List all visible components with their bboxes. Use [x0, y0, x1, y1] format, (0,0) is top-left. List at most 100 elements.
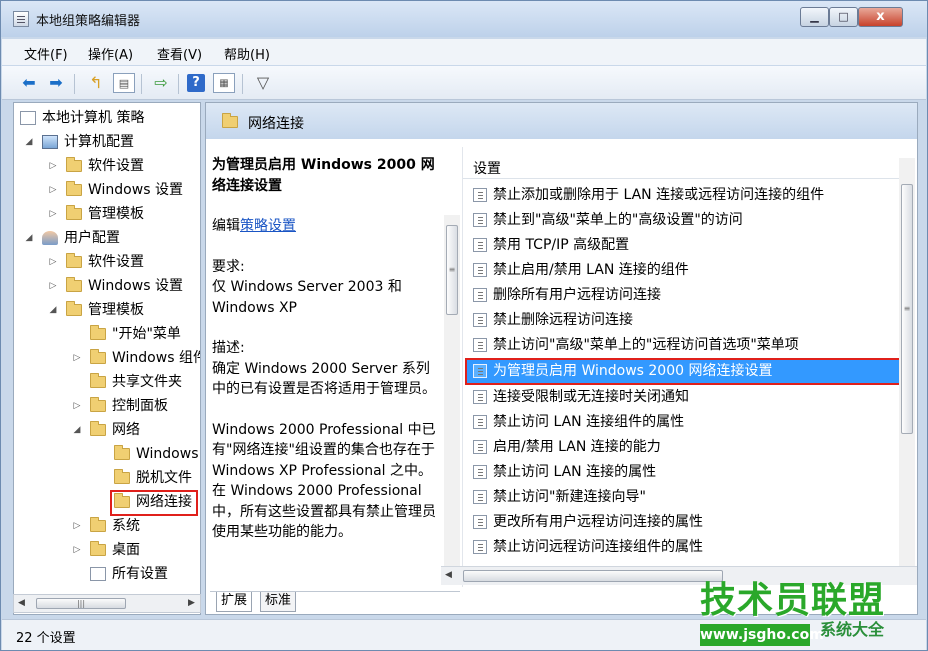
title-bar[interactable]: 本地组策略编辑器 ▁ □ x: [1, 1, 927, 37]
collapsed-arrow-icon[interactable]: ▷: [72, 395, 82, 417]
content-pane: 网络连接 为管理员启用 Windows 2000 网络连接设置 编辑策略设置 要…: [205, 102, 918, 615]
app-icon: [13, 11, 29, 27]
collapsed-arrow-icon[interactable]: ▷: [72, 515, 82, 537]
folder-icon: [90, 517, 106, 532]
folder-icon: [66, 253, 82, 268]
list-item[interactable]: 启用/禁用 LAN 连接的能力: [467, 435, 899, 459]
expanded-arrow-icon[interactable]: ◢: [24, 131, 34, 153]
watermark-url: www.jsgho.com: [700, 624, 824, 646]
requirements-block: 要求: 仅 Windows Server 2003 和 Windows XP: [212, 258, 402, 316]
toolbar-separator: [74, 74, 75, 94]
folder-icon: [114, 469, 130, 484]
close-button[interactable]: x: [858, 7, 903, 27]
computer-icon: [42, 135, 58, 149]
setting-icon: [473, 188, 487, 202]
list-item[interactable]: 禁止添加或删除用于 LAN 连接或远程访问连接的组件: [467, 183, 899, 207]
list-item[interactable]: 禁止访问 LAN 连接的属性: [467, 460, 899, 484]
expanded-arrow-icon[interactable]: ◢: [24, 227, 34, 249]
folder-icon: [90, 541, 106, 556]
setting-icon: [473, 263, 487, 277]
forward-arrow-icon[interactable]: ➡: [45, 73, 67, 93]
export-list-icon[interactable]: ⇨: [150, 73, 172, 93]
menu-help[interactable]: 帮助(H): [224, 44, 270, 63]
menu-action[interactable]: 操作(A): [88, 44, 133, 63]
folder-icon: [90, 421, 106, 436]
scroll-thumb[interactable]: |||: [36, 598, 126, 609]
scroll-right-arrow-icon[interactable]: ▶: [188, 595, 195, 612]
tree-pane[interactable]: 本地计算机 策略 ◢ 计算机配置 ▷ 软件设置 ▷ Windows 设置 ▷ 管…: [13, 102, 201, 615]
help-icon[interactable]: ?: [187, 74, 205, 92]
list-item[interactable]: 禁止启用/禁用 LAN 连接的组件: [467, 258, 899, 282]
settings-list: 设置 禁止添加或删除用于 LAN 连接或远程访问连接的组件 禁止到"高级"菜单上…: [462, 147, 917, 587]
policy-document-icon: [20, 111, 36, 125]
content-title: 网络连接: [248, 116, 304, 132]
collapsed-arrow-icon[interactable]: ▷: [48, 203, 58, 225]
description-panel: 为管理员启用 Windows 2000 网络连接设置 编辑策略设置 要求: 仅 W…: [212, 155, 442, 585]
list-item[interactable]: 禁止到"高级"菜单上的"高级设置"的访问: [467, 208, 899, 232]
toolbar-separator: [242, 74, 243, 94]
toolbar-separator: [141, 74, 142, 94]
tree-horizontal-scrollbar[interactable]: ◀ ||| ▶: [13, 594, 201, 613]
list-item[interactable]: 禁止删除远程访问连接: [467, 308, 899, 332]
setting-icon: [473, 288, 487, 302]
menu-view[interactable]: 查看(V): [157, 44, 202, 63]
list-item[interactable]: 禁止访问"新建连接向导": [467, 485, 899, 509]
show-hide-tree-icon[interactable]: ▤: [113, 73, 135, 93]
expanded-arrow-icon[interactable]: ◢: [48, 299, 58, 321]
folder-icon: [66, 157, 82, 172]
description-more: Windows 2000 Professional 中已有"网络连接"组设置的集…: [212, 421, 436, 541]
folder-icon: [90, 325, 106, 340]
list-vertical-scrollbar[interactable]: ≡: [899, 158, 915, 566]
setting-icon: [473, 490, 487, 504]
collapsed-arrow-icon[interactable]: ▷: [48, 275, 58, 297]
expanded-arrow-icon[interactable]: ◢: [72, 419, 82, 441]
list-item[interactable]: 禁止访问 LAN 连接组件的属性: [467, 410, 899, 434]
list-item[interactable]: 删除所有用户远程访问连接: [467, 283, 899, 307]
folder-icon: [90, 373, 106, 388]
setting-icon: [473, 313, 487, 327]
setting-icon: [473, 338, 487, 352]
toolbar: ⬅ ➡ ↰ ▤ ⇨ ? ▦ ▽: [2, 66, 926, 100]
description-block: 描述: 确定 Windows 2000 Server 系列中的已有设置是否将适用于…: [212, 340, 436, 397]
list-column-header[interactable]: 设置: [463, 155, 901, 179]
menu-file[interactable]: 文件(F): [24, 44, 68, 63]
scroll-left-arrow-icon[interactable]: ◀: [18, 595, 25, 612]
maximize-button[interactable]: □: [829, 7, 858, 27]
setting-icon: [473, 515, 487, 529]
collapsed-arrow-icon[interactable]: ▷: [72, 539, 82, 561]
scroll-left-arrow-icon[interactable]: ◀: [445, 567, 452, 584]
tree-highlight-box: [110, 490, 198, 516]
list-item[interactable]: 连接受限制或无连接时关闭通知: [467, 385, 899, 409]
list-item[interactable]: 禁止访问远程访问连接组件的属性: [467, 535, 899, 559]
tab-extended[interactable]: 扩展: [216, 592, 253, 612]
properties-icon[interactable]: ▦: [213, 73, 235, 93]
scroll-thumb[interactable]: [463, 570, 723, 582]
list-item[interactable]: 禁止访问"高级"菜单上的"远程访问首选项"菜单项: [467, 333, 899, 357]
all-settings-icon: [90, 567, 106, 581]
setting-icon: [473, 465, 487, 479]
content-header: 网络连接: [206, 103, 917, 139]
minimize-button[interactable]: ▁: [800, 7, 829, 27]
collapsed-arrow-icon[interactable]: ▷: [48, 155, 58, 177]
window-title: 本地组策略编辑器: [36, 14, 141, 29]
watermark-logo: 技术员联盟 www.jsgho.com 系统大全: [700, 580, 910, 648]
setting-icon: [473, 415, 487, 429]
scroll-thumb[interactable]: ≡: [446, 225, 458, 315]
edit-policy-line: 编辑策略设置: [212, 218, 296, 234]
list-item[interactable]: 禁用 TCP/IP 高级配置: [467, 233, 899, 257]
description-scrollbar[interactable]: ≡: [444, 215, 460, 585]
collapsed-arrow-icon[interactable]: ▷: [48, 251, 58, 273]
status-text: 22 个设置: [16, 631, 76, 646]
up-folder-icon[interactable]: ↰: [85, 73, 107, 93]
tab-standard[interactable]: 标准: [260, 592, 297, 612]
filter-icon[interactable]: ▽: [252, 73, 274, 93]
collapsed-arrow-icon[interactable]: ▷: [72, 347, 82, 369]
scroll-thumb[interactable]: ≡: [901, 184, 913, 434]
folder-icon: [66, 277, 82, 292]
folder-icon: [222, 113, 238, 128]
edit-policy-link[interactable]: 策略设置: [240, 218, 296, 234]
menu-bar: 文件(F) 操作(A) 查看(V) 帮助(H): [2, 39, 926, 65]
list-item[interactable]: 更改所有用户远程访问连接的属性: [467, 510, 899, 534]
collapsed-arrow-icon[interactable]: ▷: [48, 179, 58, 201]
back-arrow-icon[interactable]: ⬅: [18, 73, 40, 93]
